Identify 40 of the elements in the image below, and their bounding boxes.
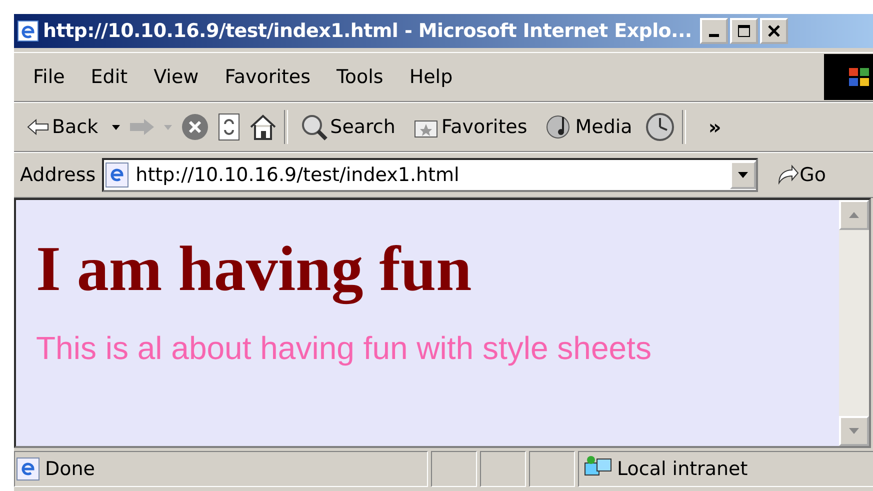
close-button[interactable] [760,18,788,44]
dropdown-caret-icon[interactable] [110,122,122,132]
browser-logo-icon [17,20,39,42]
search-icon [300,113,328,141]
page-paragraph: This is al about having fun with style sheets [36,330,652,368]
address-field[interactable]: http://10.10.16.9/test/index1.html [102,158,758,192]
back-button[interactable]: Back [20,116,104,138]
status-panel [431,451,477,487]
status-text: Done [45,458,95,480]
page-logo-icon [104,162,130,188]
menu-item[interactable]: File [20,66,78,88]
window-title: http://10.10.16.9/test/index1.html - Microsoft Internet Explo... [43,20,692,42]
minimize-button[interactable] [700,18,728,44]
maximize-icon [736,24,751,38]
home-icon[interactable] [248,112,278,142]
history-clock-icon[interactable] [644,112,676,142]
status-panel [529,451,575,487]
windows-logo-icon [824,54,873,100]
page-heading: I am having fun [36,234,473,304]
search-button[interactable]: Search [294,113,402,141]
favorites-button[interactable]: Favorites [407,115,534,139]
page-logo-icon [15,456,41,482]
zone-text: Local intranet [617,458,748,480]
address-label: Address [20,164,96,186]
maximize-button[interactable] [730,18,758,44]
menu-item[interactable]: Edit [78,66,141,88]
more-chevron[interactable]: » [708,115,722,139]
media-button[interactable]: Media [539,113,638,141]
menu-item[interactable]: Help [396,66,466,88]
menu-item[interactable]: View [140,66,212,88]
back-arrow-icon [26,118,50,136]
stop-icon[interactable] [180,112,210,142]
menu-item[interactable]: Tools [324,66,396,88]
go-arrow-icon [776,163,800,187]
minimize-icon [708,34,719,36]
close-icon [766,24,781,38]
status-panel [480,451,526,487]
refresh-icon[interactable] [216,112,242,142]
go-button[interactable]: Go [776,163,826,187]
menu-item[interactable]: Favorites [212,66,324,88]
